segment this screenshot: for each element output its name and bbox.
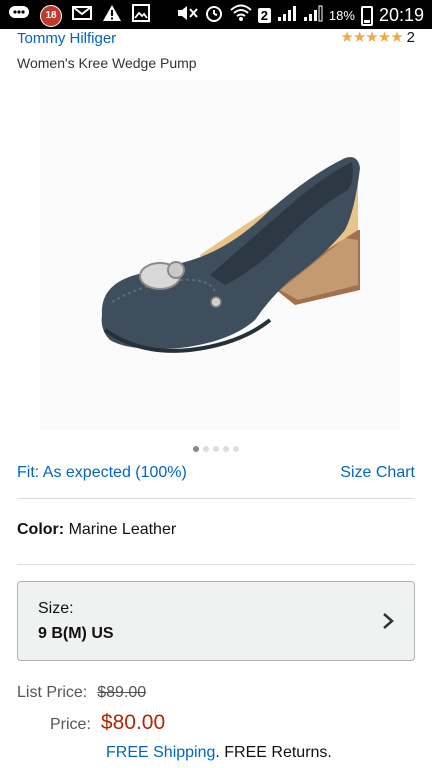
color-row: Color: Marine Leather [17,521,176,539]
size-label: Size: [38,600,74,617]
rating-count: 2 [406,28,415,46]
product-title: Women's Kree Wedge Pump [17,55,197,71]
price-row: Price: $80.00 [50,711,165,735]
battery-percent: 18% [328,8,355,23]
free-shipping-link[interactable]: FREE Shipping [106,744,215,761]
list-price-row: List Price: $89.00 [17,684,146,702]
price-value: $80.00 [100,711,166,734]
alarm-icon [204,3,224,28]
carousel-dot [193,446,199,452]
divider [17,564,415,565]
signal-icon [277,4,297,27]
mute-icon [176,4,198,27]
shipping-row: FREE Shipping. FREE Returns. [106,744,332,762]
size-value: 9 B(M) US [38,625,114,642]
rating-stars: ★★★★★ [340,29,403,46]
signal-icon-2 [303,4,323,27]
carousel-indicator [0,446,432,452]
free-returns-text: . FREE Returns. [215,744,332,761]
color-value: Marine Leather [68,521,177,538]
sim-icon: 2 [257,8,271,23]
warning-icon [102,4,122,27]
list-price-label: List Price: [17,684,88,701]
battery-icon [360,5,373,26]
color-label: Color: [17,521,65,538]
size-chart-link[interactable]: Size Chart [340,464,415,482]
rating[interactable]: ★★★★★ 2 [340,28,415,47]
wifi-icon [230,4,252,27]
mail-icon [72,5,92,26]
brand-link[interactable]: Tommy Hilfiger [17,30,116,47]
chevron-right-icon [383,613,394,629]
carousel-dot [233,446,239,452]
fit-row: Fit: As expected (100%) Size Chart [17,464,415,482]
notification-badge: 18 [40,4,62,27]
product-image[interactable] [40,80,400,430]
divider [17,498,415,499]
image-icon [132,4,150,27]
status-bar: 18 2 18% 20:19 [0,0,432,29]
price-label: Price: [50,716,91,733]
list-price-value: $89.00 [97,684,147,701]
fit-link[interactable]: Fit: As expected (100%) [17,464,187,482]
shoe-image [101,157,360,353]
size-selector[interactable]: Size: 9 B(M) US [17,581,415,661]
chat-icon [8,5,30,26]
carousel-dot [213,446,219,452]
clock: 20:19 [378,5,424,25]
carousel-dot [203,446,209,452]
carousel-dot [223,446,229,452]
